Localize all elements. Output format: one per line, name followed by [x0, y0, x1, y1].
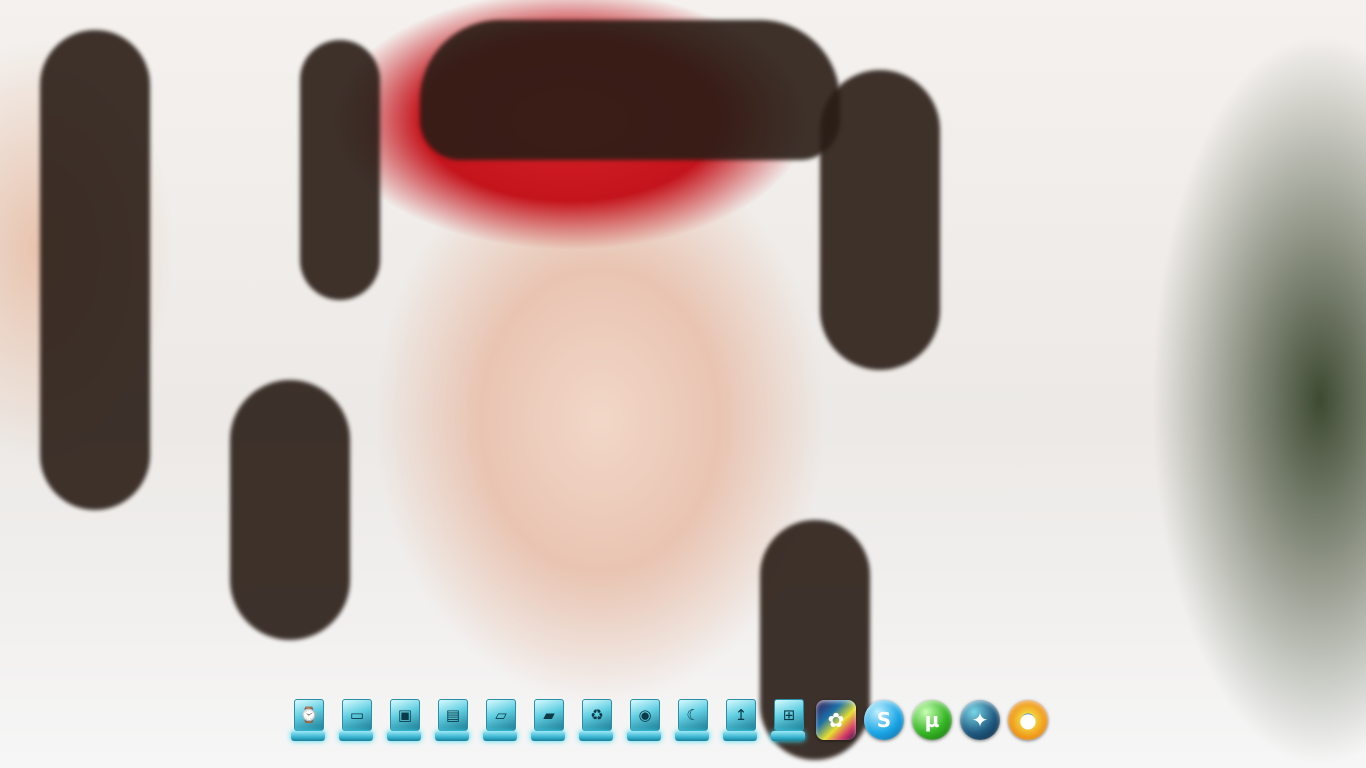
documents-folder-icon-glyph: ▰ — [534, 699, 564, 731]
dock-item-computer[interactable]: ▭ — [332, 695, 380, 745]
app-icon-glyph: ↥ — [726, 699, 756, 731]
moon-icon-glyph: ☾ — [678, 699, 708, 731]
clock-icon: ⌚ — [289, 697, 327, 743]
dock-bar: ⌚ ▭ ▣ ▤ ▱ ▰ ♻ ◉ ☾ ↥ ⊞ ✿ S µ ✦ ● — [284, 694, 1056, 746]
desktop-wallpaper: ⌚ ▭ ▣ ▤ ▱ ▰ ♻ ◉ ☾ ↥ ⊞ ✿ S µ ✦ ● — [0, 0, 1366, 768]
monitor-icon: ▣ — [385, 697, 423, 743]
utorrent-icon: µ — [912, 700, 952, 740]
dock-item-clock[interactable]: ⌚ — [284, 695, 332, 745]
clock-icon-glyph: ⌚ — [294, 699, 324, 731]
network-icon-glyph: ▤ — [438, 699, 468, 731]
moon-icon: ☾ — [673, 697, 711, 743]
documents-folder-icon: ▰ — [529, 697, 567, 743]
media-player-icon: ◉ — [625, 697, 663, 743]
dock-item-recycle-bin[interactable]: ♻ — [572, 695, 620, 745]
dock-item-media-visualizer[interactable]: ✿ — [812, 695, 860, 745]
computer-icon-base — [339, 731, 373, 741]
dock-item-folder[interactable]: ▱ — [476, 695, 524, 745]
moon-icon-base — [675, 731, 709, 741]
recycle-bin-icon-glyph: ♻ — [582, 699, 612, 731]
monitor-icon-glyph: ▣ — [390, 699, 420, 731]
dock-item-moon[interactable]: ☾ — [668, 695, 716, 745]
recycle-bin-icon: ♻ — [577, 697, 615, 743]
network-icon-base — [435, 731, 469, 741]
windows-icon-base — [771, 731, 805, 741]
dock-item-monitor[interactable]: ▣ — [380, 695, 428, 745]
media-player-icon-glyph: ◉ — [630, 699, 660, 731]
dock-item-skype[interactable]: S — [860, 695, 908, 745]
clock-icon-base — [291, 731, 325, 741]
wallpaper-hair-left — [300, 40, 380, 300]
skype-icon: S — [864, 700, 904, 740]
recycle-bin-icon-base — [579, 731, 613, 741]
computer-icon: ▭ — [337, 697, 375, 743]
dock-item-app[interactable]: ↥ — [716, 695, 764, 745]
app-icon: ↥ — [721, 697, 759, 743]
computer-icon-glyph: ▭ — [342, 699, 372, 731]
dock-item-documents[interactable]: ▰ — [524, 695, 572, 745]
wallpaper-side-hair — [40, 30, 150, 510]
network-icon: ▤ — [433, 697, 471, 743]
dock-item-windows[interactable]: ⊞ — [764, 695, 812, 745]
wallpaper-ponytail-left — [230, 380, 350, 640]
media-visualizer-icon: ✿ — [816, 700, 856, 740]
chrome-icon: ● — [1008, 700, 1048, 740]
documents-folder-icon-base — [531, 731, 565, 741]
folder-icon-glyph: ▱ — [486, 699, 516, 731]
windows-icon: ⊞ — [769, 697, 807, 743]
dock-item-visualizer[interactable]: ✦ — [956, 695, 1004, 745]
folder-icon: ▱ — [481, 697, 519, 743]
dock-item-utorrent[interactable]: µ — [908, 695, 956, 745]
windows-icon-glyph: ⊞ — [774, 699, 804, 731]
dock-item-media-player[interactable]: ◉ — [620, 695, 668, 745]
monitor-icon-base — [387, 731, 421, 741]
folder-icon-base — [483, 731, 517, 741]
dock-item-network[interactable]: ▤ — [428, 695, 476, 745]
app-icon-base — [723, 731, 757, 741]
wallpaper-hair-bangs — [420, 20, 840, 160]
visualizer-icon: ✦ — [960, 700, 1000, 740]
dock-item-chrome[interactable]: ● — [1004, 695, 1052, 745]
media-player-icon-base — [627, 731, 661, 741]
